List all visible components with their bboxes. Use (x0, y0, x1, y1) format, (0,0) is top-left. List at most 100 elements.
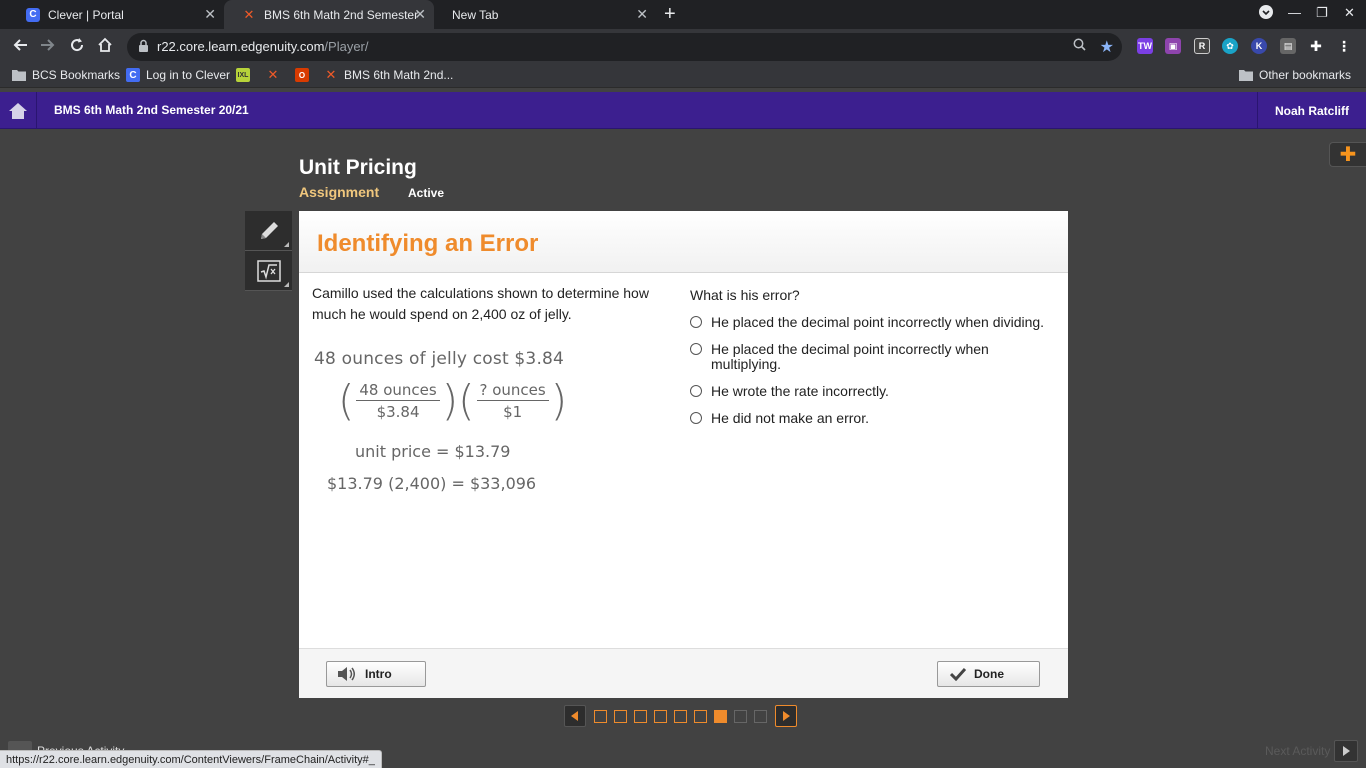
back-icon[interactable] (12, 37, 28, 58)
bookmark-ixl[interactable]: IXL (236, 68, 256, 82)
clever-icon: C (26, 7, 40, 22)
frame-pager (564, 705, 797, 727)
problem-prompt: Camillo used the calculations shown to d… (312, 285, 649, 322)
home-icon[interactable] (97, 37, 113, 58)
forward-icon[interactable] (40, 37, 56, 58)
reload-icon[interactable] (69, 37, 85, 58)
answer-option[interactable]: He wrote the rate incorrectly. (690, 384, 1050, 399)
frame-indicator[interactable] (594, 709, 607, 723)
lock-icon (139, 39, 148, 52)
restore-icon[interactable]: ❐ (1316, 5, 1328, 21)
question-text: What is his error? (690, 287, 800, 303)
calculator-tool-button[interactable] (245, 251, 292, 291)
answer-option[interactable]: He placed the decimal point incorrectly … (690, 342, 1050, 372)
frame-indicator[interactable] (634, 709, 647, 723)
answer-option[interactable]: He placed the decimal point incorrectly … (690, 315, 1050, 330)
bookmark-edgenuity[interactable]: ✕ (266, 67, 286, 82)
folder-icon (1239, 68, 1253, 82)
checkmark-icon (950, 667, 966, 681)
arrow-right-icon (783, 711, 790, 721)
tab-edgenuity[interactable]: ✕ BMS 6th Math 2nd Semester 20/2 ✕ (224, 0, 434, 29)
frame-indicator (734, 709, 747, 723)
sqrt-calculator-icon (256, 259, 281, 282)
extension-icon[interactable]: ✿ (1222, 38, 1238, 54)
frame-indicator[interactable] (674, 709, 687, 723)
activity-panel: Identifying an Error Camillo used the ca… (299, 211, 1068, 698)
address-bar[interactable]: r22.core.learn.edgenuity.com/Player/ ★ (127, 33, 1122, 61)
browser-toolbar: r22.core.learn.edgenuity.com/Player/ ★ T… (0, 29, 1366, 64)
edgenuity-icon: ✕ (325, 67, 337, 82)
extension-icon[interactable]: K (1251, 38, 1267, 54)
activity-heading: Identifying an Error (317, 230, 539, 257)
previous-frame-button[interactable] (564, 705, 586, 727)
bookmark-bms-math[interactable]: ✕ BMS 6th Math 2nd... (324, 67, 454, 82)
frame-indicator[interactable] (614, 709, 627, 723)
corner-indicator (284, 242, 289, 247)
problem-column: Camillo used the calculations shown to d… (312, 283, 667, 493)
arrow-left-icon (571, 711, 578, 721)
next-frame-button[interactable] (775, 705, 797, 727)
extension-icon[interactable]: ▤ (1280, 38, 1296, 54)
expand-plus-icon[interactable]: ✚ (1329, 142, 1366, 167)
answer-option[interactable]: He did not make an error. (690, 411, 1050, 426)
url-text: r22.core.learn.edgenuity.com/Player/ (157, 39, 369, 54)
browser-tabstrip: C Clever | Portal ✕ ✕ BMS 6th Math 2nd S… (0, 0, 1366, 29)
bookmark-clever[interactable]: C Log in to Clever (126, 68, 230, 82)
tab-clever[interactable]: C Clever | Portal ✕ (8, 0, 224, 29)
side-tools (245, 211, 292, 291)
next-activity-label[interactable]: Next Activity (1265, 744, 1330, 758)
user-name[interactable]: Noah Ratcliff (1257, 92, 1366, 129)
bookmark-office[interactable]: O (295, 68, 315, 82)
done-button[interactable]: Done (937, 661, 1040, 687)
course-title[interactable]: BMS 6th Math 2nd Semester 20/21 (54, 103, 249, 117)
close-tab-icon[interactable]: ✕ (636, 7, 648, 21)
pencil-icon (260, 221, 278, 239)
other-bookmarks[interactable]: Other bookmarks (1239, 68, 1351, 82)
next-activity-button[interactable] (1334, 740, 1358, 762)
frame-indicator-current[interactable] (714, 709, 727, 723)
fraction: ? ounces $1 (476, 381, 549, 421)
unit-title: Unit Pricing (299, 156, 417, 179)
activity-header: Identifying an Error (299, 211, 1068, 273)
zoom-icon[interactable] (1073, 38, 1086, 54)
bookmark-bcs[interactable]: BCS Bookmarks (12, 68, 120, 82)
tab-search-icon[interactable] (1259, 5, 1273, 22)
close-tab-icon[interactable]: ✕ (414, 7, 426, 21)
extensions-puzzle-icon[interactable]: ✚ (1308, 38, 1324, 54)
bookmark-star-icon[interactable]: ★ (1100, 37, 1114, 57)
menu-icon[interactable]: ⋮ (1336, 38, 1352, 54)
radio-button[interactable] (690, 412, 702, 424)
new-tab-icon[interactable]: + (664, 3, 676, 25)
notes-tool-button[interactable] (245, 211, 292, 251)
close-tab-icon[interactable]: ✕ (204, 7, 216, 21)
fraction: 48 ounces $3.84 (356, 381, 440, 421)
arrow-right-icon (1342, 746, 1350, 756)
course-home-button[interactable] (0, 92, 37, 129)
minimize-icon[interactable]: — (1288, 5, 1301, 20)
radio-button[interactable] (690, 343, 702, 355)
tab-title: New Tab (452, 7, 499, 22)
course-header: BMS 6th Math 2nd Semester 20/21 Noah Rat… (0, 92, 1366, 129)
intro-button[interactable]: Intro (326, 661, 426, 687)
edgenuity-icon: ✕ (243, 6, 255, 22)
calc-line-proportion: ( 48 ounces $3.84 ) ( ? ounces $1 ) (338, 376, 568, 425)
radio-button[interactable] (690, 316, 702, 328)
radio-button[interactable] (690, 385, 702, 397)
extension-icon[interactable]: ▣ (1165, 38, 1181, 54)
edgenuity-icon: ✕ (267, 67, 279, 82)
house-icon (9, 102, 27, 119)
extension-icon[interactable]: TW (1137, 38, 1153, 54)
frame-indicator[interactable] (654, 709, 667, 723)
activity-footer: Intro Done (299, 648, 1068, 698)
answer-column: What is his error? He placed the decimal… (690, 287, 1050, 438)
extension-icon[interactable]: R (1194, 38, 1210, 54)
close-window-icon[interactable]: ✕ (1344, 5, 1355, 21)
speaker-icon (337, 666, 357, 682)
clever-icon: C (126, 68, 140, 82)
calc-line-given: 48 ounces of jelly cost $3.84 (314, 349, 565, 369)
tab-title: BMS 6th Math 2nd Semester 20/2 (264, 7, 422, 22)
activity-status: Active (408, 186, 445, 200)
tab-new-tab[interactable]: New Tab ✕ (434, 0, 656, 29)
calc-line-unit-price: unit price = $13.79 (355, 442, 511, 461)
frame-indicator[interactable] (694, 709, 707, 723)
